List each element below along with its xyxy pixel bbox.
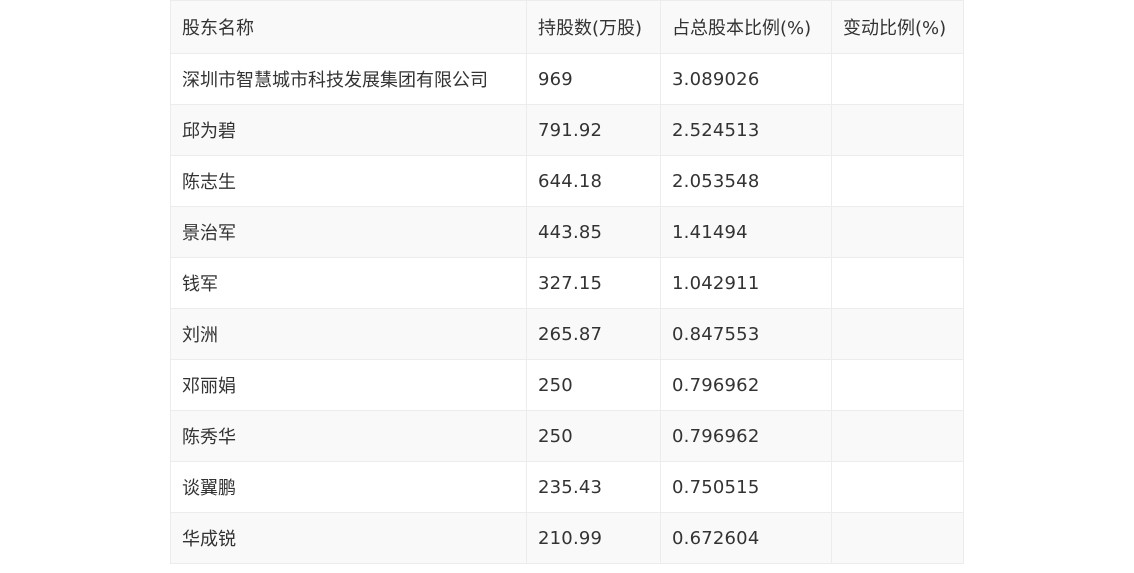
table-row: 华成锐 210.99 0.672604	[170, 512, 964, 564]
table-row: 陈秀华 250 0.796962	[170, 410, 964, 462]
cell-change-ratio	[831, 53, 964, 105]
cell-share-ratio: 0.750515	[660, 461, 832, 513]
cell-share-ratio: 0.847553	[660, 308, 832, 360]
table-row: 邱为碧 791.92 2.524513	[170, 104, 964, 156]
cell-change-ratio	[831, 104, 964, 156]
cell-shareholder-name: 景治军	[170, 206, 527, 258]
cell-share-ratio: 0.796962	[660, 410, 832, 462]
cell-change-ratio	[831, 461, 964, 513]
cell-shares-held: 443.85	[526, 206, 661, 258]
table-row: 刘洲 265.87 0.847553	[170, 308, 964, 360]
cell-share-ratio: 0.796962	[660, 359, 832, 411]
table-row: 邓丽娟 250 0.796962	[170, 359, 964, 411]
table-row: 陈志生 644.18 2.053548	[170, 155, 964, 207]
cell-change-ratio	[831, 155, 964, 207]
table-row: 景治军 443.85 1.41494	[170, 206, 964, 258]
cell-shareholder-name: 钱军	[170, 257, 527, 309]
header-change-ratio: 变动比例(%)	[831, 0, 964, 54]
cell-shares-held: 644.18	[526, 155, 661, 207]
cell-change-ratio	[831, 206, 964, 258]
table-row: 深圳市智慧城市科技发展集团有限公司 969 3.089026	[170, 53, 964, 105]
cell-shareholder-name: 邓丽娟	[170, 359, 527, 411]
table-header-row: 股东名称 持股数(万股) 占总股本比例(%) 变动比例(%)	[170, 0, 964, 54]
cell-shares-held: 265.87	[526, 308, 661, 360]
cell-shareholder-name: 陈秀华	[170, 410, 527, 462]
cell-shareholder-name: 陈志生	[170, 155, 527, 207]
header-shareholder-name: 股东名称	[170, 0, 527, 54]
shareholder-table-container: 股东名称 持股数(万股) 占总股本比例(%) 变动比例(%) 深圳市智慧城市科技…	[170, 0, 964, 564]
cell-share-ratio: 3.089026	[660, 53, 832, 105]
cell-share-ratio: 1.41494	[660, 206, 832, 258]
cell-change-ratio	[831, 308, 964, 360]
cell-shares-held: 327.15	[526, 257, 661, 309]
table-row: 谈翼鹏 235.43 0.750515	[170, 461, 964, 513]
cell-share-ratio: 2.053548	[660, 155, 832, 207]
cell-shares-held: 235.43	[526, 461, 661, 513]
header-shares-held: 持股数(万股)	[526, 0, 661, 54]
cell-shares-held: 250	[526, 359, 661, 411]
cell-shareholder-name: 刘洲	[170, 308, 527, 360]
cell-shareholder-name: 邱为碧	[170, 104, 527, 156]
cell-share-ratio: 0.672604	[660, 512, 832, 564]
shareholder-table: 股东名称 持股数(万股) 占总股本比例(%) 变动比例(%) 深圳市智慧城市科技…	[170, 0, 964, 564]
cell-change-ratio	[831, 257, 964, 309]
cell-shares-held: 210.99	[526, 512, 661, 564]
table-row: 钱军 327.15 1.042911	[170, 257, 964, 309]
cell-shares-held: 250	[526, 410, 661, 462]
header-share-ratio: 占总股本比例(%)	[660, 0, 832, 54]
cell-share-ratio: 1.042911	[660, 257, 832, 309]
cell-shares-held: 969	[526, 53, 661, 105]
cell-shareholder-name: 深圳市智慧城市科技发展集团有限公司	[170, 53, 527, 105]
cell-change-ratio	[831, 410, 964, 462]
cell-change-ratio	[831, 359, 964, 411]
cell-share-ratio: 2.524513	[660, 104, 832, 156]
cell-shareholder-name: 华成锐	[170, 512, 527, 564]
cell-shareholder-name: 谈翼鹏	[170, 461, 527, 513]
cell-change-ratio	[831, 512, 964, 564]
cell-shares-held: 791.92	[526, 104, 661, 156]
